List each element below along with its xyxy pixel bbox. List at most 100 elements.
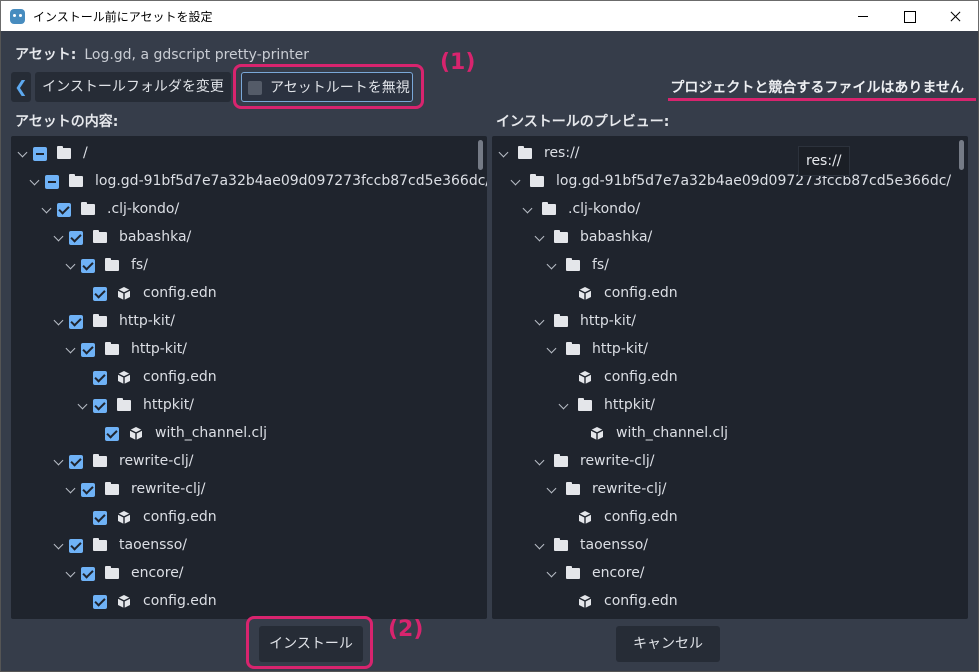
expand-arrow-icon[interactable] — [546, 483, 557, 494]
tree-row[interactable]: fs/ — [492, 252, 956, 280]
cancel-button[interactable]: キャンセル — [616, 626, 720, 662]
back-button[interactable]: ❮ — [11, 72, 31, 102]
tree-row[interactable]: config.edn — [492, 280, 956, 308]
tree-row[interactable]: config.edn — [11, 504, 475, 532]
expand-arrow-icon[interactable] — [546, 259, 557, 270]
scrollbar-thumb[interactable] — [478, 140, 483, 170]
tree-item-label: config.edn — [604, 369, 678, 385]
tree-row[interactable]: log.gd-91bf5d7e7a32b4ae09d097273fccb87cd… — [11, 168, 487, 196]
tree-row[interactable]: with_channel.clj — [492, 420, 956, 448]
close-icon[interactable] — [932, 1, 978, 31]
tree-row[interactable]: config.edn — [492, 364, 956, 392]
tree-checkbox[interactable] — [69, 539, 83, 553]
tree-row[interactable]: config.edn — [492, 588, 956, 616]
tree-checkbox[interactable] — [69, 455, 83, 469]
tree-item-label: taoensso/ — [580, 537, 648, 553]
tree-row[interactable]: config.edn — [11, 588, 475, 616]
tree-checkbox[interactable] — [69, 231, 83, 245]
tree-row[interactable]: babashka/ — [11, 224, 475, 252]
expand-arrow-icon[interactable] — [53, 455, 64, 466]
expand-arrow-icon[interactable] — [53, 539, 64, 550]
tree-checkbox[interactable] — [81, 343, 95, 357]
tree-row[interactable]: http-kit/ — [11, 308, 475, 336]
expand-arrow-icon[interactable] — [558, 399, 569, 410]
scrollbar-thumb[interactable] — [959, 140, 964, 170]
tree-row[interactable]: httpkit/ — [11, 392, 475, 420]
tree-row[interactable]: config.edn — [11, 280, 475, 308]
tree-row[interactable]: rewrite-clj/ — [492, 476, 956, 504]
folder-icon — [566, 566, 580, 579]
tree-item-label: babashka/ — [580, 229, 653, 245]
expand-arrow-icon[interactable] — [53, 315, 64, 326]
maximize-icon[interactable] — [886, 1, 932, 31]
chevron-left-icon: ❮ — [14, 77, 28, 96]
tree-checkbox[interactable] — [93, 511, 107, 525]
tree-row[interactable]: config.edn — [492, 504, 956, 532]
tree-row[interactable]: taoensso/ — [11, 532, 475, 560]
expand-arrow-icon[interactable] — [534, 539, 545, 550]
expand-arrow-icon[interactable] — [534, 455, 545, 466]
expand-arrow-icon[interactable] — [65, 483, 76, 494]
minimize-icon[interactable] — [840, 1, 886, 31]
change-install-folder-button[interactable]: インストールフォルダを変更 — [35, 72, 231, 102]
tree-item-label: rewrite-clj/ — [119, 453, 194, 469]
tree-row[interactable]: config.edn — [11, 364, 475, 392]
expand-arrow-icon[interactable] — [65, 259, 76, 270]
tree-row[interactable]: fs/ — [11, 252, 475, 280]
tree-checkbox[interactable] — [81, 567, 95, 581]
tree-row[interactable]: rewrite-clj/ — [11, 476, 475, 504]
asset-contents-tree[interactable]: / log.gd-91bf5d7e7a32b4ae09d097273fccb87c… — [11, 136, 487, 619]
tree-checkbox[interactable] — [57, 203, 71, 217]
tree-row[interactable]: rewrite-clj/ — [492, 448, 956, 476]
tree-row[interactable]: httpkit/ — [492, 392, 956, 420]
tree-checkbox[interactable] — [105, 427, 119, 441]
expand-arrow-icon[interactable] — [534, 315, 545, 326]
expand-arrow-icon[interactable] — [534, 231, 545, 242]
expand-arrow-icon[interactable] — [53, 231, 64, 242]
tree-row[interactable]: res:// — [492, 140, 956, 168]
tree-row[interactable]: babashka/ — [492, 224, 956, 252]
tree-row[interactable]: .clj-kondo/ — [492, 196, 956, 224]
expand-arrow-icon[interactable] — [546, 567, 557, 578]
expand-arrow-icon[interactable] — [65, 567, 76, 578]
tree-row[interactable]: http-kit/ — [492, 336, 956, 364]
tree-row[interactable]: .clj-kondo/ — [11, 196, 475, 224]
tree-checkbox[interactable] — [45, 175, 59, 189]
folder-icon — [578, 398, 592, 411]
tree-checkbox[interactable] — [93, 399, 107, 413]
tree-checkbox[interactable] — [93, 287, 107, 301]
tree-item-label: log.gd-91bf5d7e7a32b4ae09d097273fccb87cd… — [95, 173, 487, 189]
tree-row[interactable]: http-kit/ — [11, 336, 475, 364]
tree-row[interactable]: / — [11, 140, 475, 168]
tree-checkbox[interactable] — [81, 483, 95, 497]
expand-arrow-icon[interactable] — [17, 147, 28, 158]
tree-row[interactable]: encore/ — [11, 560, 475, 588]
tree-checkbox[interactable] — [93, 595, 107, 609]
tree-row[interactable]: rewrite-clj/ — [11, 448, 475, 476]
expand-arrow-icon[interactable] — [510, 175, 521, 186]
tree-row[interactable]: encore/ — [492, 560, 956, 588]
tree-item-label: httpkit/ — [143, 397, 194, 413]
file-icon — [590, 426, 604, 441]
tree-checkbox[interactable] — [81, 259, 95, 273]
tree-row[interactable]: taoensso/ — [492, 532, 956, 560]
folder-icon — [554, 314, 568, 327]
expand-arrow-icon[interactable] — [498, 147, 509, 158]
expand-arrow-icon[interactable] — [77, 399, 88, 410]
highlight-install — [246, 616, 373, 669]
expand-arrow-icon[interactable] — [29, 175, 40, 186]
tree-item-label: .clj-kondo/ — [107, 201, 180, 217]
tree-row[interactable]: with_channel.clj — [11, 420, 475, 448]
tree-checkbox[interactable] — [69, 315, 83, 329]
no-conflict-status: プロジェクトと競合するファイルはありません — [670, 80, 964, 96]
folder-icon — [554, 538, 568, 551]
tree-checkbox[interactable] — [33, 147, 47, 161]
install-preview-tree[interactable]: res://log.gd-91bf5d7e7a32b4ae09d097273fc… — [492, 136, 968, 619]
expand-arrow-icon[interactable] — [41, 203, 52, 214]
tree-row[interactable]: http-kit/ — [492, 308, 956, 336]
expand-arrow-icon[interactable] — [65, 343, 76, 354]
tree-row[interactable]: log.gd-91bf5d7e7a32b4ae09d097273fccb87cd… — [492, 168, 956, 196]
tree-checkbox[interactable] — [93, 371, 107, 385]
expand-arrow-icon[interactable] — [546, 343, 557, 354]
expand-arrow-icon[interactable] — [522, 203, 533, 214]
